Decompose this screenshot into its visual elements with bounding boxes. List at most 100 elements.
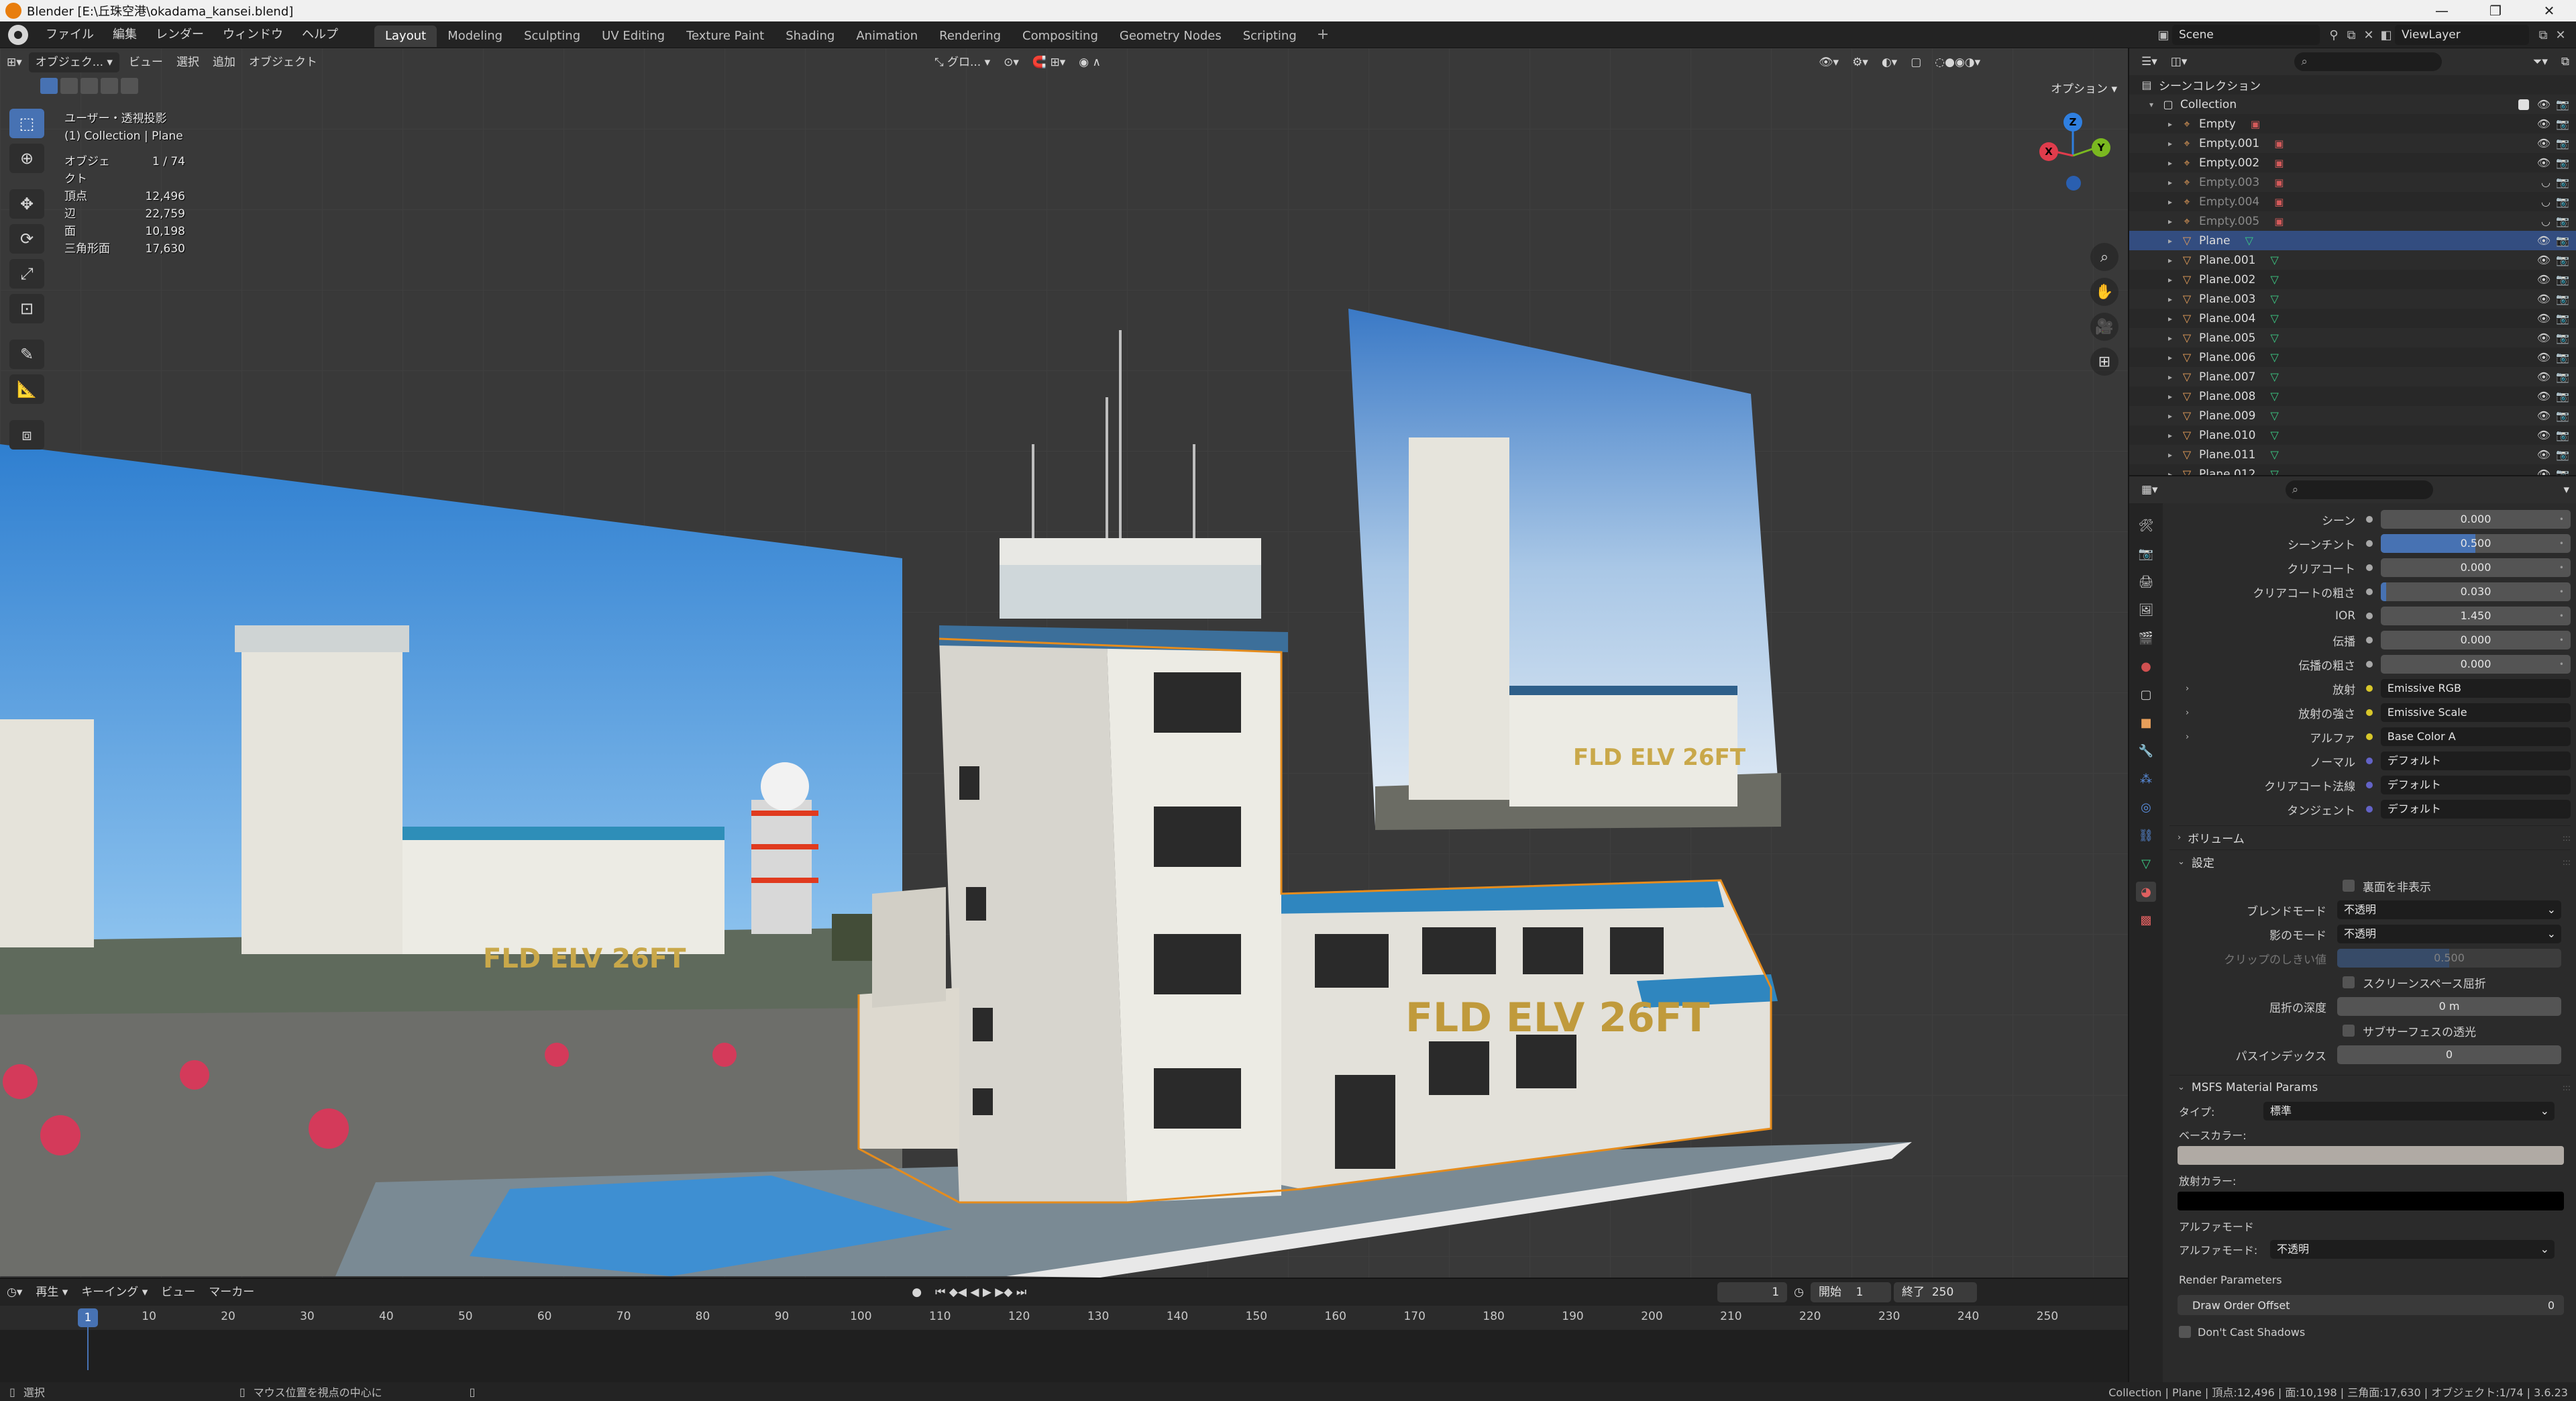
pivot-point-icon[interactable]: ⊙▾ bbox=[997, 52, 1026, 72]
outliner-item-empty-004[interactable]: ▸ ⌖ Empty.004 ▣ ◡ 📷 bbox=[2129, 192, 2576, 211]
socket-dot-icon[interactable] bbox=[2366, 564, 2373, 571]
new-scene-icon[interactable]: ⧉ bbox=[2343, 26, 2360, 44]
chevron-right-icon[interactable]: › bbox=[2186, 684, 2189, 694]
properties-editor-type-icon[interactable]: ▦▾ bbox=[2135, 480, 2165, 500]
camera-icon[interactable]: 📷 bbox=[2556, 293, 2569, 305]
view-layer-selector[interactable]: ViewLayer bbox=[2395, 25, 2529, 45]
camera-icon[interactable]: 📷 bbox=[2556, 448, 2569, 461]
linked-node-field[interactable]: Emissive Scale bbox=[2380, 703, 2571, 722]
select-subtract-button[interactable] bbox=[80, 78, 98, 94]
snap-icon[interactable]: 🧲 ⊞▾ bbox=[1026, 52, 1072, 72]
draw-order-offset-field[interactable]: Draw Order Offset 0 bbox=[2178, 1295, 2564, 1315]
chevron-right-icon[interactable]: ▸ bbox=[2168, 450, 2180, 460]
camera-icon[interactable]: 📷 bbox=[2556, 137, 2569, 150]
chevron-right-icon[interactable]: ▸ bbox=[2168, 119, 2180, 129]
constraint-icon[interactable]: ▣ bbox=[2274, 157, 2284, 169]
scale-tool[interactable]: ⤢ bbox=[9, 259, 44, 289]
outliner-item-plane-005[interactable]: ▸ ▽ Plane.005 ▽ 👁 📷 bbox=[2129, 328, 2576, 348]
property-value-field[interactable]: 1.450 bbox=[2380, 607, 2571, 625]
socket-dot-icon[interactable] bbox=[2366, 613, 2373, 619]
options-dropdown[interactable]: オプション ▾ bbox=[2051, 79, 2117, 96]
msfs-type-dropdown[interactable]: 標準 ⌄ bbox=[2263, 1102, 2555, 1121]
view-layer-tab-icon[interactable]: 🖼 bbox=[2136, 600, 2156, 620]
mesh-data-icon[interactable]: ▽ bbox=[2270, 254, 2278, 266]
physics-tab-icon[interactable]: ◎ bbox=[2136, 797, 2156, 817]
camera-icon[interactable]: 📷 bbox=[2556, 409, 2569, 422]
tab-modeling[interactable]: Modeling bbox=[437, 25, 513, 47]
outliner-item-plane-004[interactable]: ▸ ▽ Plane.004 ▽ 👁 📷 bbox=[2129, 309, 2576, 328]
outliner-item-plane-002[interactable]: ▸ ▽ Plane.002 ▽ 👁 📷 bbox=[2129, 270, 2576, 289]
chevron-right-icon[interactable]: ▸ bbox=[2168, 431, 2180, 440]
timeline-editor-type-icon[interactable]: ◷▾ bbox=[0, 1282, 29, 1302]
chevron-right-icon[interactable]: ▸ bbox=[2168, 139, 2180, 148]
menu-timeline-view[interactable]: ビュー bbox=[154, 1282, 202, 1302]
eye-icon[interactable]: 👁 bbox=[2537, 468, 2551, 475]
render-tab-icon[interactable]: 📷 bbox=[2136, 543, 2156, 564]
blend-mode-dropdown[interactable]: 不透明 ⌄ bbox=[2337, 900, 2561, 919]
emissive-color-swatch[interactable] bbox=[2178, 1192, 2564, 1210]
tab-scripting[interactable]: Scripting bbox=[1232, 25, 1307, 47]
menu-render[interactable]: レンダー bbox=[146, 21, 213, 48]
menu-keying[interactable]: キーイング ▾ bbox=[74, 1282, 154, 1302]
menu-object[interactable]: オブジェクト bbox=[242, 52, 324, 72]
socket-dot-icon[interactable] bbox=[2366, 782, 2373, 788]
keyframe-dot-icon[interactable]: • bbox=[2559, 539, 2564, 548]
constraint-icon[interactable]: ▣ bbox=[2274, 215, 2284, 227]
tab-layout[interactable]: Layout bbox=[374, 25, 437, 47]
outliner-item-plane-010[interactable]: ▸ ▽ Plane.010 ▽ 👁 📷 bbox=[2129, 425, 2576, 445]
alpha-mode-dropdown[interactable]: 不透明 ⌄ bbox=[2270, 1240, 2555, 1259]
constraint-icon[interactable]: ▣ bbox=[2274, 138, 2284, 150]
particles-tab-icon[interactable]: ⁂ bbox=[2136, 769, 2156, 789]
add-workspace-button[interactable]: + bbox=[1307, 26, 1338, 43]
delete-view-layer-icon[interactable]: ✕ bbox=[2552, 26, 2569, 44]
mesh-data-icon[interactable]: ▽ bbox=[2270, 293, 2278, 305]
editor-type-icon[interactable]: ⊞▾ bbox=[0, 52, 29, 72]
display-mode-icon[interactable]: ◫▾ bbox=[2164, 52, 2194, 72]
chevron-right-icon[interactable]: ▸ bbox=[2168, 333, 2180, 343]
keyframe-dot-icon[interactable]: • bbox=[2559, 660, 2564, 669]
constraints-tab-icon[interactable]: ⛓ bbox=[2136, 825, 2156, 845]
chevron-right-icon[interactable]: ▸ bbox=[2168, 470, 2180, 476]
pan-hand-icon[interactable]: ✋ bbox=[2090, 278, 2118, 306]
gizmo-neg-z[interactable] bbox=[2066, 176, 2081, 191]
dont-cast-shadows-checkbox[interactable]: Don't Cast Shadows bbox=[2169, 1320, 2571, 1343]
camera-icon[interactable]: 📷 bbox=[2556, 117, 2569, 130]
mesh-data-icon[interactable]: ▽ bbox=[2270, 409, 2278, 422]
rotate-tool[interactable]: ⟳ bbox=[9, 224, 44, 254]
camera-icon[interactable]: 📷 bbox=[2556, 176, 2569, 189]
output-tab-icon[interactable]: 🖨 bbox=[2136, 572, 2156, 592]
outliner-item-empty-001[interactable]: ▸ ⌖ Empty.001 ▣ 👁 📷 bbox=[2129, 134, 2576, 153]
property-value-field[interactable]: 0.000 bbox=[2380, 631, 2571, 650]
eye-icon[interactable]: ◡ bbox=[2541, 176, 2551, 189]
blender-logo-icon[interactable] bbox=[8, 24, 28, 45]
eye-icon[interactable]: 👁 bbox=[2537, 234, 2551, 247]
end-frame-field[interactable]: 終了 250 bbox=[1894, 1282, 1977, 1302]
move-tool[interactable]: ✥ bbox=[9, 189, 44, 219]
shading-modes[interactable]: ◌●◉◑▾ bbox=[1928, 52, 1987, 72]
outliner-item-plane[interactable]: ▸ ▽ Plane ▽ 👁 📷 bbox=[2129, 231, 2576, 250]
chevron-right-icon[interactable]: ▸ bbox=[2168, 314, 2180, 323]
menu-file[interactable]: ファイル bbox=[36, 21, 103, 48]
eye-icon[interactable]: 👁 bbox=[2537, 98, 2551, 111]
mode-selector[interactable]: オブジェク... ▾ bbox=[28, 52, 119, 72]
eye-icon[interactable]: 👁 bbox=[2537, 429, 2551, 442]
socket-dot-icon[interactable] bbox=[2366, 709, 2373, 716]
eye-icon[interactable]: 👁 bbox=[2537, 370, 2551, 383]
volume-section-header[interactable]: › ボリューム::: bbox=[2169, 825, 2571, 849]
collection-tab-icon[interactable]: ▢ bbox=[2136, 684, 2156, 705]
chevron-right-icon[interactable]: ▸ bbox=[2168, 295, 2180, 304]
menu-window[interactable]: ウィンドウ bbox=[213, 21, 292, 48]
mesh-data-icon[interactable]: ▽ bbox=[2270, 390, 2278, 403]
socket-dot-icon[interactable] bbox=[2366, 637, 2373, 643]
mesh-data-icon[interactable]: ▽ bbox=[2270, 331, 2278, 344]
xray-icon[interactable]: ▢ bbox=[1904, 52, 1928, 72]
filter-icon[interactable]: ⏷▾ bbox=[2526, 52, 2555, 72]
eye-icon[interactable]: 👁 bbox=[2537, 137, 2551, 150]
mesh-data-icon[interactable]: ▽ bbox=[2245, 234, 2253, 247]
checkbox-box[interactable] bbox=[2343, 880, 2355, 892]
eye-icon[interactable]: 👁 bbox=[2537, 273, 2551, 286]
backface-culling-checkbox[interactable]: 裏面を非表示 bbox=[2169, 874, 2571, 898]
scene-tab-icon[interactable]: 🎬 bbox=[2136, 628, 2156, 648]
properties-options-icon[interactable]: ▾ bbox=[2557, 480, 2576, 500]
chevron-right-icon[interactable]: › bbox=[2186, 708, 2189, 718]
